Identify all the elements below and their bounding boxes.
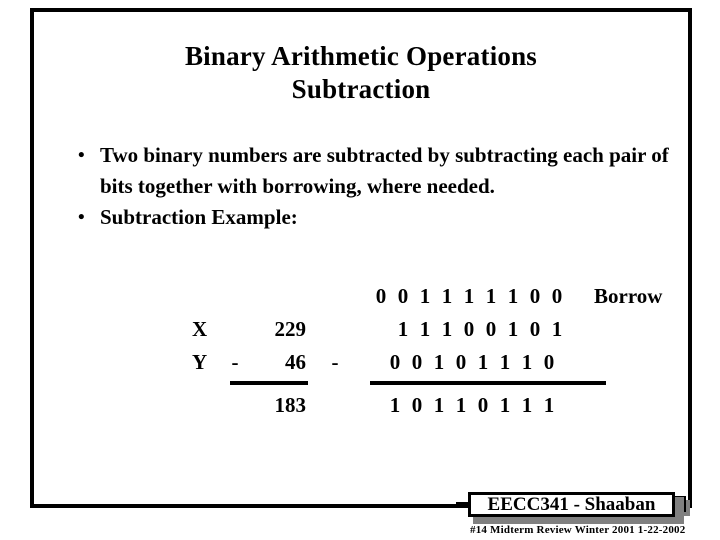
result-bit: 1 [521, 393, 533, 417]
course-badge: EECC341 - Shaaban [456, 492, 690, 524]
bullet-text-1: Two binary numbers are subtracted by sub… [100, 143, 669, 198]
result-bit: 0 [411, 393, 423, 417]
rule-row [34, 379, 688, 389]
x-bit: 1 [441, 317, 453, 341]
borrow-bit: 1 [441, 284, 453, 308]
bullet-item-1: • Two binary numbers are subtracted by s… [78, 140, 678, 202]
result-decimal: 183 [274, 393, 307, 417]
x-bit: 0 [463, 317, 475, 341]
binary-divider [370, 381, 606, 385]
x-bit: 1 [551, 317, 563, 341]
operand-y-decimal: 46 [285, 350, 306, 374]
operand-y-bits: 0 0 1 0 1 1 1 0 [384, 346, 630, 379]
borrow-row: 0 0 1 1 1 1 1 0 0 Borrow [34, 280, 688, 313]
binary-minus-sign: - [331, 350, 339, 374]
bullet-marker-icon: • [78, 145, 85, 166]
x-bit: 0 [485, 317, 497, 341]
bullet-text-2: Subtraction Example: [100, 205, 298, 229]
x-bit: 0 [529, 317, 541, 341]
operand-x-row: X 229 1 1 1 0 0 1 0 1 [34, 313, 688, 346]
y-bit: 1 [433, 350, 445, 374]
y-bit: 1 [521, 350, 533, 374]
y-bit: 0 [543, 350, 555, 374]
footer-meta: #14 Midterm Review Winter 2001 1-22-2002 [470, 524, 686, 536]
y-bit: 1 [499, 350, 511, 374]
borrow-bit: 1 [507, 284, 519, 308]
bullet-list: • Two binary numbers are subtracted by s… [78, 140, 678, 233]
operand-x-label: X [192, 317, 208, 341]
title-line-1: Binary Arithmetic Operations [184, 41, 538, 71]
borrow-bit: 1 [419, 284, 431, 308]
result-bit: 1 [433, 393, 445, 417]
bullet-marker-icon: • [78, 207, 85, 228]
borrow-label: Borrow [594, 284, 663, 308]
operand-x-decimal: 229 [274, 317, 307, 341]
result-bit: 0 [477, 393, 489, 417]
borrow-bit: 1 [485, 284, 497, 308]
slide-frame: Binary Arithmetic Operations Subtraction… [30, 8, 692, 508]
borrow-bit: 0 [375, 284, 387, 308]
decimal-divider [230, 381, 308, 385]
result-bit: 1 [543, 393, 555, 417]
borrow-bit: 0 [529, 284, 541, 308]
y-bit: 0 [389, 350, 401, 374]
borrow-bit: 1 [463, 284, 475, 308]
x-bit: 1 [507, 317, 519, 341]
x-bit: 1 [419, 317, 431, 341]
borrow-bit: 0 [551, 284, 563, 308]
badge-box: EECC341 - Shaaban [468, 492, 675, 517]
badge-label: EECC341 - Shaaban [487, 494, 656, 515]
result-row: 183 1 0 1 1 0 1 1 1 [34, 389, 688, 422]
result-bit: 1 [499, 393, 511, 417]
result-bits: 1 0 1 1 0 1 1 1 [384, 389, 630, 422]
result-bit: 1 [389, 393, 401, 417]
borrow-bits: 0 0 1 1 1 1 1 0 0 [370, 280, 616, 313]
operand-y-row: Y - 46 - 0 0 1 0 1 1 1 0 [34, 346, 688, 379]
borrow-bit: 0 [397, 284, 409, 308]
bullet-item-2: • Subtraction Example: [78, 202, 678, 233]
title-line-2: Subtraction [291, 74, 431, 104]
result-bit: 1 [455, 393, 467, 417]
x-bit: 1 [397, 317, 409, 341]
y-bit: 0 [411, 350, 423, 374]
subtraction-example: 0 0 1 1 1 1 1 0 0 Borrow X 229 1 1 1 0 0 [34, 280, 688, 422]
y-bit: 1 [477, 350, 489, 374]
y-bit: 0 [455, 350, 467, 374]
operand-x-bits: 1 1 1 0 0 1 0 1 [392, 313, 638, 346]
slide-title: Binary Arithmetic Operations Subtraction [34, 40, 688, 106]
operand-y-label: Y [192, 350, 208, 374]
